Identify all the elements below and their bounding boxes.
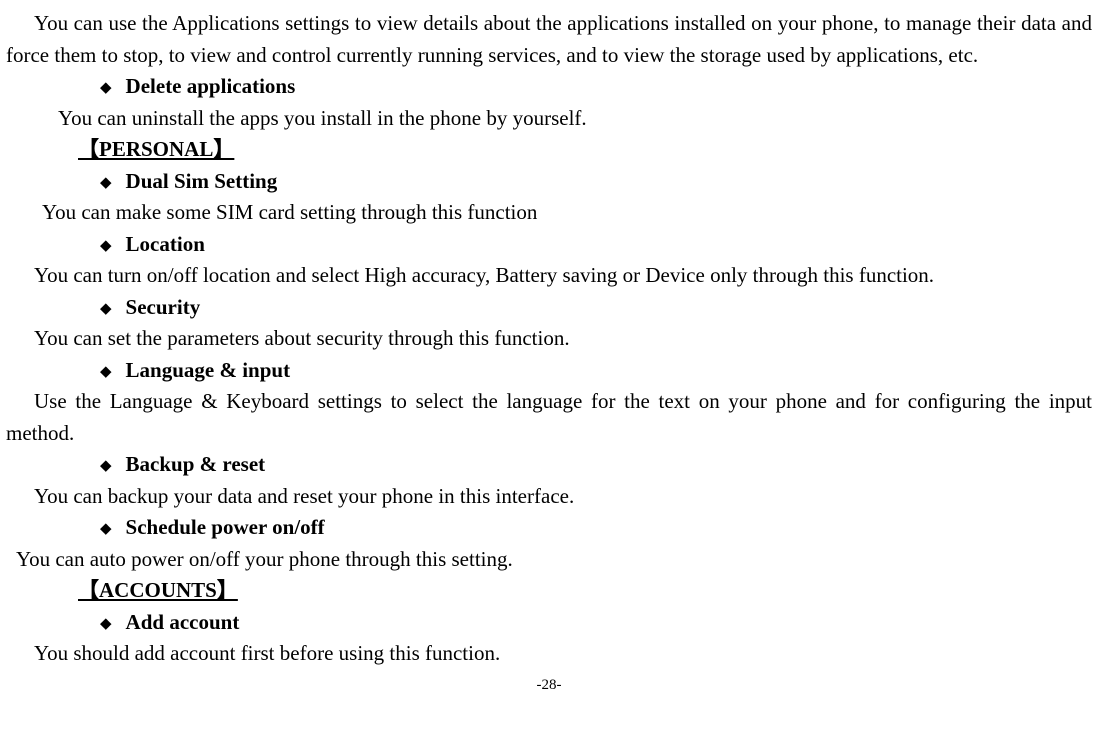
bullet-add-account: ◆ Add account xyxy=(6,607,1092,639)
diamond-icon: ◆ xyxy=(100,361,112,384)
page-number: -28- xyxy=(6,674,1092,697)
bullet-title: Backup & reset xyxy=(126,449,266,481)
bullet-delete-applications: ◆ Delete applications xyxy=(6,71,1092,103)
diamond-icon: ◆ xyxy=(100,235,112,258)
security-desc: You can set the parameters about securit… xyxy=(6,323,1092,355)
diamond-icon: ◆ xyxy=(100,518,112,541)
diamond-icon: ◆ xyxy=(100,172,112,195)
bullet-title: Add account xyxy=(126,607,240,639)
delete-applications-desc: You can uninstall the apps you install i… xyxy=(6,103,1092,135)
schedule-power-desc: You can auto power on/off your phone thr… xyxy=(6,544,1092,576)
location-desc: You can turn on/off location and select … xyxy=(6,260,1092,292)
bullet-schedule-power: ◆ Schedule power on/off xyxy=(6,512,1092,544)
diamond-icon: ◆ xyxy=(100,77,112,100)
bullet-title: Location xyxy=(126,229,205,261)
bullet-title: Language & input xyxy=(126,355,291,387)
backup-reset-desc: You can backup your data and reset your … xyxy=(6,481,1092,513)
bullet-title: Dual Sim Setting xyxy=(126,166,278,198)
bullet-title: Security xyxy=(126,292,201,324)
diamond-icon: ◆ xyxy=(100,455,112,478)
add-account-desc: You should add account first before usin… xyxy=(6,638,1092,670)
bullet-title: Schedule power on/off xyxy=(126,512,325,544)
section-accounts: 【ACCOUNTS】 xyxy=(6,575,1092,607)
language-input-desc: Use the Language & Keyboard settings to … xyxy=(6,386,1092,449)
section-personal: 【PERSONAL】 xyxy=(6,134,1092,166)
diamond-icon: ◆ xyxy=(100,613,112,636)
bullet-dual-sim: ◆ Dual Sim Setting xyxy=(6,166,1092,198)
bullet-backup-reset: ◆ Backup & reset xyxy=(6,449,1092,481)
bullet-language-input: ◆ Language & input xyxy=(6,355,1092,387)
intro-paragraph: You can use the Applications settings to… xyxy=(6,8,1092,71)
bullet-title: Delete applications xyxy=(126,71,296,103)
bullet-security: ◆ Security xyxy=(6,292,1092,324)
diamond-icon: ◆ xyxy=(100,298,112,321)
dual-sim-desc: You can make some SIM card setting throu… xyxy=(6,197,1092,229)
bullet-location: ◆ Location xyxy=(6,229,1092,261)
